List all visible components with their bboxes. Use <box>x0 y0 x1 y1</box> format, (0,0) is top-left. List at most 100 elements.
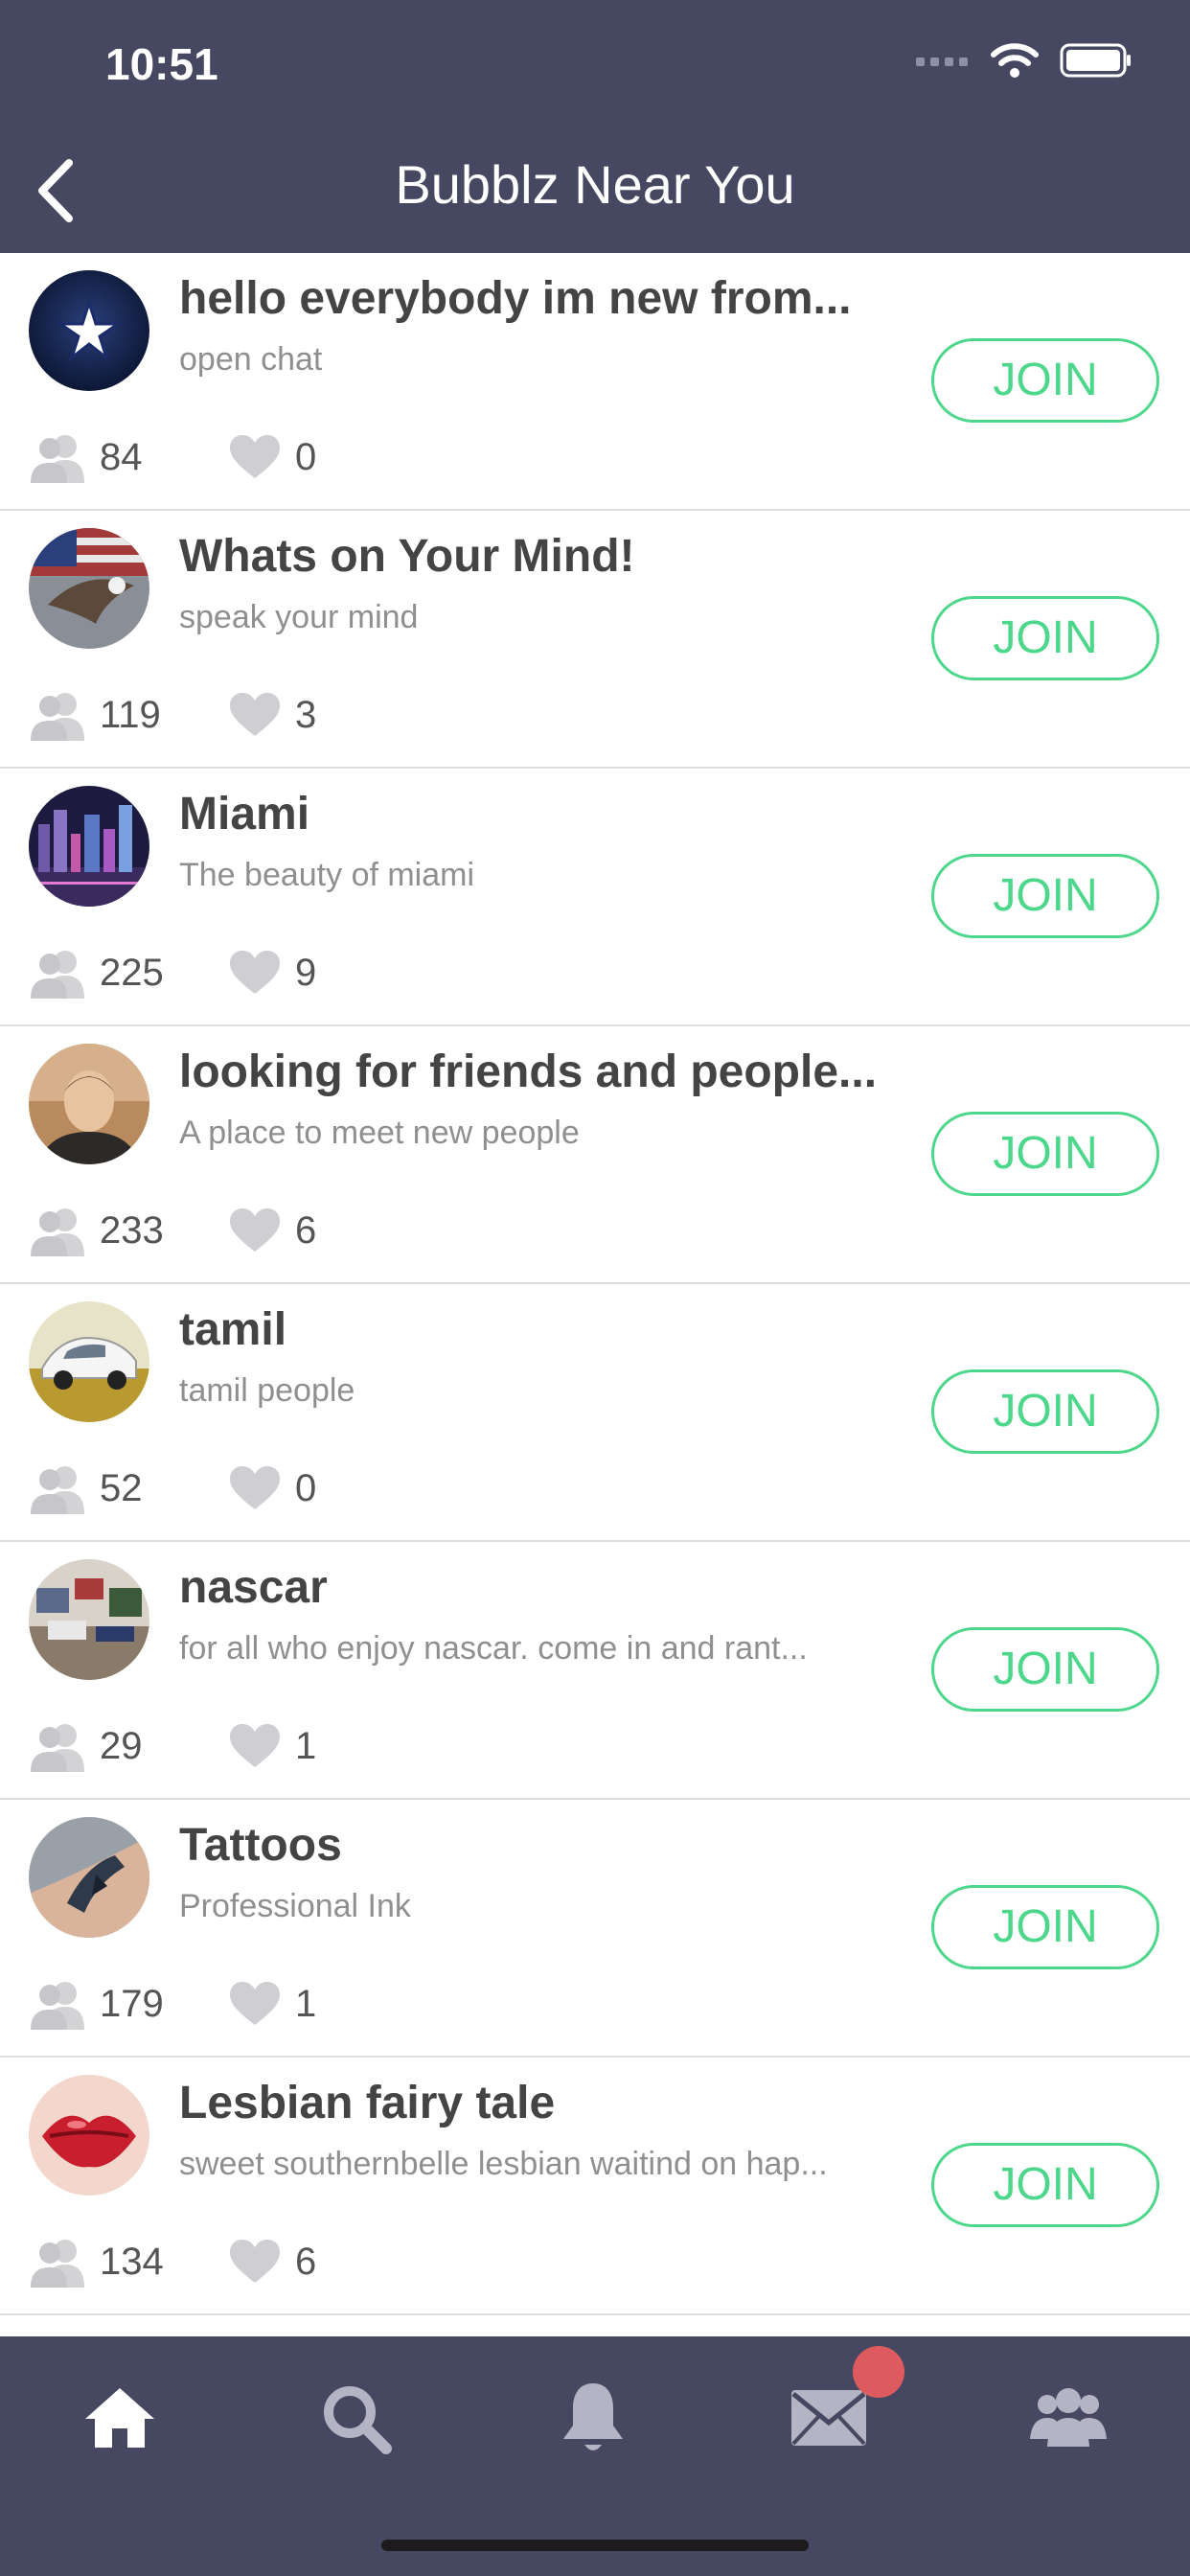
member-count: 233 <box>100 1208 164 1252</box>
tab-notifications[interactable] <box>550 2375 636 2461</box>
likes-stat: 6 <box>228 2239 316 2285</box>
members-stat: 84 <box>29 431 228 483</box>
room-stats: 233 6 <box>29 1205 316 1256</box>
list-item[interactable]: nascar for all who enjoy nascar. come in… <box>0 1542 1190 1800</box>
member-count: 179 <box>100 1982 164 2025</box>
join-button[interactable]: JOIN <box>931 1885 1159 1969</box>
likes-stat: 0 <box>228 1465 316 1511</box>
list-item[interactable]: Whats on Your Mind! speak your mind 119 … <box>0 511 1190 769</box>
search-icon <box>324 2386 392 2454</box>
like-count: 3 <box>295 693 317 736</box>
list-item[interactable]: hello everybody im new from... open chat… <box>0 253 1190 511</box>
room-photo-avatar <box>29 1559 149 1680</box>
room-stats: 52 0 <box>29 1462 316 1514</box>
room-avatar <box>29 1559 149 1680</box>
room-description: tamil people <box>179 1372 355 1409</box>
room-description: The beauty of miami <box>179 857 475 893</box>
join-button[interactable]: JOIN <box>931 2143 1159 2227</box>
room-stats: 119 3 <box>29 689 316 741</box>
room-stats: 179 1 <box>29 1978 316 2030</box>
room-name: Miami <box>179 789 310 840</box>
join-button[interactable]: JOIN <box>931 1369 1159 1454</box>
room-name: nascar <box>179 1562 328 1613</box>
members-stat: 119 <box>29 689 228 741</box>
members-stat: 179 <box>29 1978 228 2030</box>
room-avatar <box>29 1044 149 1164</box>
members-icon <box>31 435 84 483</box>
members-icon <box>31 951 84 999</box>
members-icon <box>31 2240 84 2288</box>
mail-icon <box>791 2390 866 2446</box>
eagle-flag-avatar <box>29 528 149 649</box>
battery-icon <box>1060 43 1131 78</box>
wifi-icon <box>991 43 1039 78</box>
tab-search[interactable] <box>312 2375 399 2461</box>
heart-icon <box>230 951 280 994</box>
room-avatar <box>29 1817 149 1938</box>
room-description: Professional Ink <box>179 1888 411 1924</box>
member-count: 119 <box>100 693 161 736</box>
bell-icon <box>563 2383 623 2450</box>
tab-groups[interactable] <box>1025 2375 1111 2461</box>
tab-home[interactable] <box>77 2375 163 2461</box>
list-item[interactable]: Miami The beauty of miami 225 9 JOIN <box>0 769 1190 1026</box>
signal-icon <box>916 58 968 66</box>
members-icon <box>31 1982 84 2030</box>
room-name: Lesbian fairy tale <box>179 2078 556 2128</box>
like-count: 1 <box>295 1982 317 2025</box>
members-stat: 52 <box>29 1462 228 1514</box>
heart-icon <box>230 693 280 736</box>
likes-stat: 9 <box>228 950 316 996</box>
join-button[interactable]: JOIN <box>931 1627 1159 1712</box>
notification-badge <box>853 2346 904 2398</box>
room-stats: 225 9 <box>29 947 316 999</box>
room-description: sweet southernbelle lesbian waitind on h… <box>179 2146 828 2182</box>
list-item[interactable]: looking for friends and people... A plac… <box>0 1026 1190 1284</box>
like-count: 0 <box>295 435 317 478</box>
members-icon <box>31 1208 84 1256</box>
bubble-list: hello everybody im new from... open chat… <box>0 253 1190 2315</box>
join-button[interactable]: JOIN <box>931 1112 1159 1196</box>
heart-icon <box>230 1208 280 1252</box>
heart-icon <box>230 1466 280 1509</box>
room-name: tamil <box>179 1304 287 1355</box>
room-description: A place to meet new people <box>179 1115 580 1151</box>
join-button[interactable]: JOIN <box>931 338 1159 423</box>
list-item[interactable]: Tattoos Professional Ink 179 1 JOIN <box>0 1800 1190 2058</box>
like-count: 6 <box>295 2240 317 2283</box>
join-button[interactable]: JOIN <box>931 854 1159 938</box>
red-lips-avatar <box>29 2075 149 2196</box>
list-item[interactable]: Lesbian fairy tale sweet southernbelle l… <box>0 2058 1190 2315</box>
tattoo-arm-avatar <box>29 1817 149 1938</box>
top-bar: 10:51 Bubblz Near You <box>0 0 1190 253</box>
like-count: 1 <box>295 1724 317 1767</box>
member-count: 225 <box>100 951 164 994</box>
join-button[interactable]: JOIN <box>931 596 1159 680</box>
member-count: 29 <box>100 1724 143 1767</box>
page-title: Bubblz Near You <box>395 154 795 215</box>
heart-icon <box>230 435 280 478</box>
home-icon <box>85 2388 154 2448</box>
likes-stat: 3 <box>228 692 316 738</box>
likes-stat: 0 <box>228 434 316 480</box>
room-description: for all who enjoy nascar. come in and ra… <box>179 1630 808 1667</box>
room-avatar <box>29 270 149 391</box>
members-stat: 29 <box>29 1720 228 1772</box>
member-count: 84 <box>100 435 143 478</box>
members-icon <box>31 1724 84 1772</box>
status-time: 10:51 <box>105 39 218 89</box>
white-car-avatar <box>29 1301 149 1422</box>
like-count: 6 <box>295 1208 317 1252</box>
heart-icon <box>230 2240 280 2283</box>
members-stat: 134 <box>29 2236 228 2288</box>
member-count: 134 <box>100 2240 164 2283</box>
room-name: hello everybody im new from... <box>179 273 852 324</box>
room-name: looking for friends and people... <box>179 1046 878 1097</box>
status-icons <box>916 42 1133 79</box>
room-avatar <box>29 786 149 907</box>
list-item[interactable]: tamil tamil people 52 0 JOIN <box>0 1284 1190 1542</box>
room-description: speak your mind <box>179 599 419 635</box>
room-name: Tattoos <box>179 1820 342 1871</box>
member-count: 52 <box>100 1466 143 1509</box>
dallas-star-avatar <box>29 270 149 391</box>
